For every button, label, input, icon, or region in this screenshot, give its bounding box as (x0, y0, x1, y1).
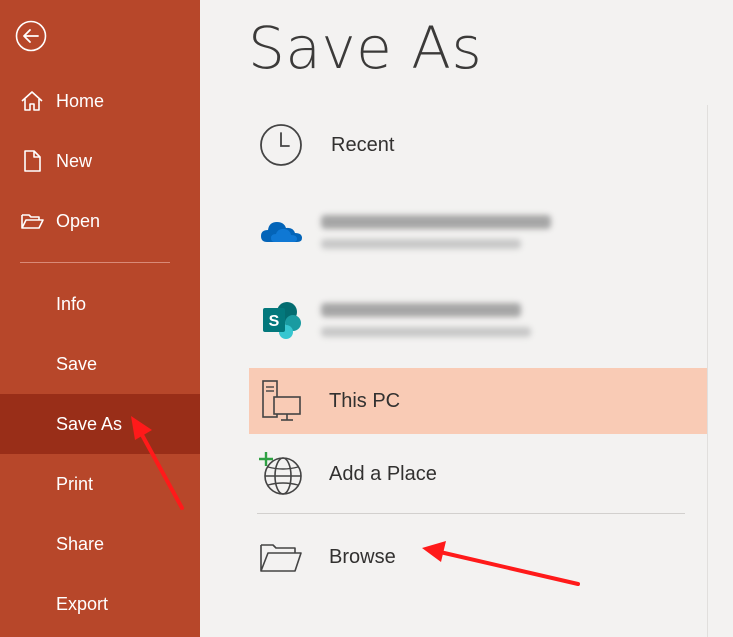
add-place-globe-icon (259, 452, 302, 495)
location-label: Add a Place (329, 462, 437, 485)
sharepoint-icon: S (263, 302, 301, 339)
browse-folder-icon (260, 544, 302, 572)
location-this-pc[interactable]: This PC (249, 368, 707, 434)
back-arrow-icon (15, 20, 47, 52)
page-title: Save As (248, 14, 483, 82)
open-folder-icon (21, 214, 44, 229)
blurred-site-info (321, 303, 531, 337)
home-icon (21, 91, 43, 111)
sidebar-item-home[interactable]: Home (0, 71, 200, 131)
sidebar-item-label: Save (56, 353, 98, 374)
location-label: Browse (329, 545, 396, 568)
sidebar-item-save-as[interactable]: Save As (0, 394, 200, 454)
location-recent[interactable]: Recent (249, 110, 707, 180)
sidebar-item-info[interactable]: Info (0, 274, 200, 334)
locations-separator (257, 513, 685, 514)
svg-text:S: S (269, 313, 280, 330)
panel-divider (707, 105, 708, 637)
sidebar-item-open[interactable]: Open (0, 191, 200, 251)
location-onedrive[interactable] (249, 192, 707, 272)
sidebar-item-save[interactable]: Save (0, 334, 200, 394)
sidebar-item-share[interactable]: Share (0, 514, 200, 574)
clock-icon (260, 124, 302, 166)
blurred-account-info (321, 215, 551, 249)
sidebar-item-export[interactable]: Export (0, 574, 200, 634)
sidebar-item-label: Info (56, 293, 87, 314)
sidebar-item-label: Share (56, 533, 105, 554)
back-button[interactable] (15, 20, 47, 52)
sidebar-divider (20, 262, 170, 263)
sidebar-item-label: Print (56, 473, 94, 494)
sidebar-item-label: Save As (56, 413, 123, 434)
location-sharepoint[interactable]: S (249, 280, 707, 360)
sidebar-item-new[interactable]: New (0, 131, 200, 191)
sidebar-item-print[interactable]: Print (0, 454, 200, 514)
this-pc-icon (262, 380, 301, 421)
onedrive-cloud-icon (261, 222, 302, 242)
backstage-sidebar: Home New Open Info Save Save As Print Sh… (0, 0, 200, 637)
new-document-icon (24, 150, 41, 172)
location-label: This PC (329, 389, 401, 412)
sidebar-item-label: Export (56, 593, 109, 614)
location-label: Recent (331, 133, 395, 156)
sidebar-item-label: Open (56, 210, 101, 231)
sidebar-item-label: New (56, 150, 93, 171)
sidebar-item-label: Home (56, 90, 105, 111)
location-add-a-place[interactable]: Add a Place (249, 442, 707, 506)
location-browse[interactable]: Browse (249, 524, 707, 590)
